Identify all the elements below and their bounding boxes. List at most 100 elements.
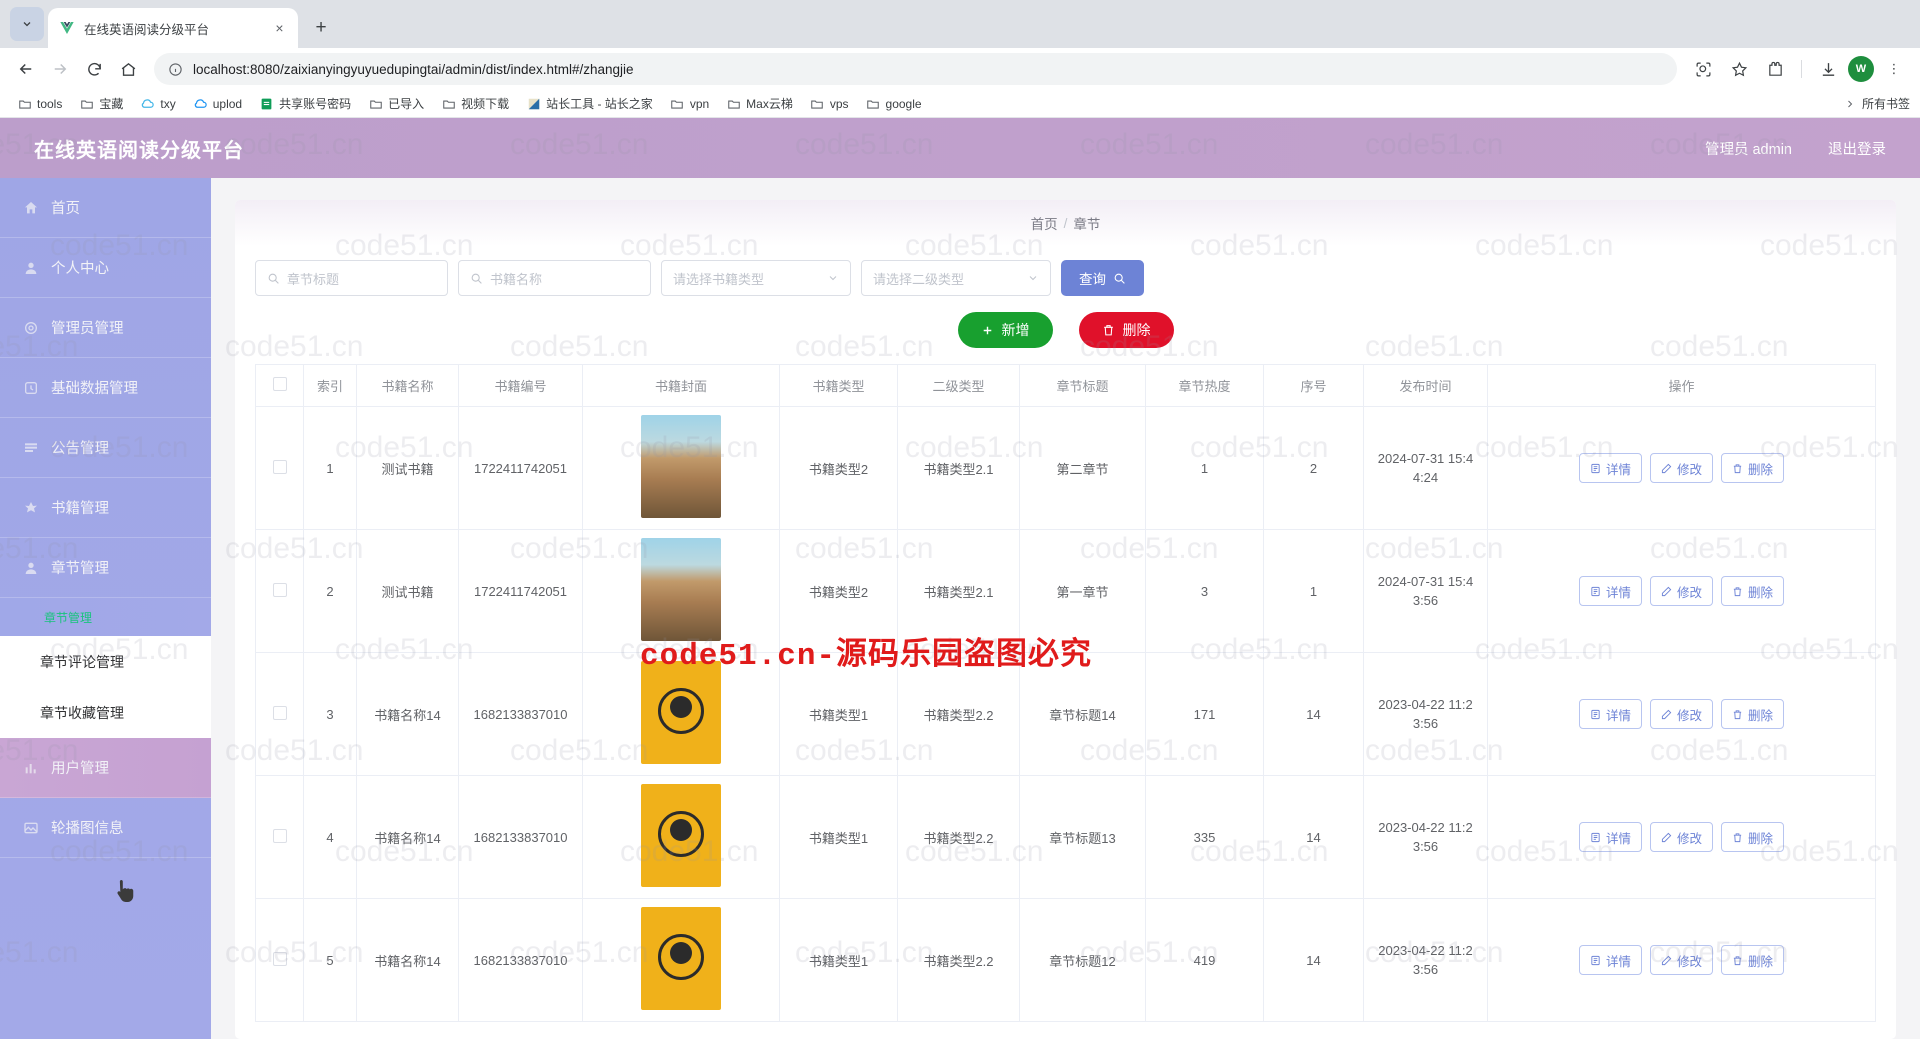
sidebar-item-label: 用户管理 [51, 761, 109, 777]
book-cover-image[interactable] [641, 538, 721, 641]
col-publish-time: 发布时间 [1363, 364, 1488, 407]
sub-type-select[interactable]: 请选择二级类型 [861, 260, 1051, 296]
edit-button[interactable]: 修改 [1649, 453, 1713, 483]
row-select-cell[interactable] [255, 775, 304, 899]
detail-button[interactable]: 详情 [1578, 945, 1642, 975]
sidebar-item-home[interactable]: 首页 [0, 178, 211, 238]
sidebar-subitem-chapter-favorite[interactable]: 章节收藏管理 [0, 687, 211, 738]
detail-button[interactable]: 详情 [1578, 699, 1642, 729]
detail-button[interactable]: 详情 [1578, 822, 1642, 852]
app-header: 在线英语阅读分级平台 管理员 admin 退出登录 [0, 118, 1920, 178]
query-button[interactable]: 查询 [1061, 260, 1144, 296]
sidebar-item-carousel[interactable]: 轮播图信息 [0, 798, 211, 858]
book-cover-image[interactable] [641, 907, 721, 1010]
book-name-input[interactable]: 书籍名称 [458, 260, 651, 296]
book-cover-image[interactable] [641, 784, 721, 887]
row-delete-button[interactable]: 删除 [1721, 699, 1785, 729]
book-cover-image[interactable] [641, 661, 721, 764]
bookmark-item[interactable]: 宝藏 [72, 92, 130, 115]
row-checkbox[interactable] [272, 828, 287, 843]
edit-button[interactable]: 修改 [1649, 699, 1713, 729]
lens-icon[interactable] [1687, 53, 1719, 85]
trash-icon [1102, 323, 1115, 337]
detail-button[interactable]: 详情 [1578, 576, 1642, 606]
sidebar-item-basedata[interactable]: 基础数据管理 [0, 358, 211, 418]
star-icon[interactable] [1723, 53, 1755, 85]
detail-button[interactable]: 详情 [1578, 453, 1642, 483]
home-icon[interactable] [112, 53, 144, 85]
row-select-cell[interactable] [255, 406, 304, 530]
download-icon[interactable] [1812, 53, 1844, 85]
row-checkbox[interactable] [272, 582, 287, 597]
row-delete-button[interactable]: 删除 [1721, 945, 1785, 975]
detail-icon [1590, 709, 1601, 720]
row-checkbox[interactable] [272, 459, 287, 474]
sidebar-item-profile[interactable]: 个人中心 [0, 238, 211, 298]
sidebar-item-notice[interactable]: 公告管理 [0, 418, 211, 478]
sidebar-item-label: 章节管理 [51, 561, 109, 577]
edit-button[interactable]: 修改 [1649, 576, 1713, 606]
bookmark-item[interactable]: 已导入 [361, 92, 431, 115]
cell-book-cover[interactable] [582, 406, 780, 530]
table-row[interactable]: 1 测试书籍 1722411742051 书籍类型2 书籍类型2.1 第二章节 … [255, 406, 1876, 530]
sidebar-subitem-chapter-comment[interactable]: 章节评论管理 [0, 636, 211, 687]
book-type-select[interactable]: 请选择书籍类型 [661, 260, 851, 296]
detail-label: 详情 [1605, 585, 1631, 600]
row-select-cell[interactable] [255, 652, 304, 776]
row-select-cell[interactable] [255, 529, 304, 653]
all-bookmarks-button[interactable]: 所有书签 [1844, 95, 1910, 112]
new-tab-button[interactable]: + [306, 13, 336, 43]
chapter-title-input[interactable]: 章节标题 [255, 260, 448, 296]
sidebar-item-chapter[interactable]: 章节管理 [0, 538, 211, 598]
close-icon[interactable]: × [271, 20, 288, 37]
trash-icon [1732, 586, 1743, 597]
table-row[interactable]: 5 书籍名称14 1682133837010 书籍类型1 书籍类型2.2 章节标… [255, 898, 1876, 1022]
tab-search-chevron-icon[interactable] [10, 7, 44, 41]
content-panel: 首页 / 章节 章节标题 书籍名称 请选择书籍类型 请选择二级类型 查询 新增 … [235, 200, 1896, 1039]
back-icon[interactable] [10, 53, 42, 85]
bookmark-item[interactable]: vps [803, 93, 856, 114]
batch-delete-button[interactable]: 删除 [1078, 312, 1174, 348]
cell-seq: 14 [1263, 775, 1364, 899]
kebab-menu-icon[interactable]: ⋮ [1878, 53, 1910, 85]
logout-button[interactable]: 退出登录 [1828, 138, 1886, 159]
forward-icon[interactable] [44, 53, 76, 85]
cell-book-cover[interactable] [582, 775, 780, 899]
row-delete-button[interactable]: 删除 [1721, 822, 1785, 852]
sidebar-subitem-chapter-manage[interactable]: 章节管理 [0, 598, 211, 636]
row-select-cell[interactable] [255, 898, 304, 1022]
sidebar-item-book[interactable]: 书籍管理 [0, 478, 211, 538]
add-button[interactable]: 新增 [957, 312, 1053, 348]
select-all-checkbox[interactable] [272, 377, 287, 391]
breadcrumb-root[interactable]: 首页 [1031, 213, 1058, 233]
bookmark-item[interactable]: 共享账号密码 [252, 92, 358, 115]
bookmark-item[interactable]: Max云梯 [719, 92, 800, 115]
bookmark-item[interactable]: 视频下载 [434, 92, 516, 115]
sidebar-item-user-manage[interactable]: 用户管理 [0, 738, 211, 798]
bookmark-item[interactable]: uplod [186, 93, 249, 114]
bookmark-item[interactable]: txy [133, 93, 182, 114]
bookmark-item[interactable]: 站长工具 - 站长之家 [519, 92, 660, 115]
table-row[interactable]: 4 书籍名称14 1682133837010 书籍类型1 书籍类型2.2 章节标… [255, 775, 1876, 899]
reload-icon[interactable] [78, 53, 110, 85]
sidebar-item-admin[interactable]: 管理员管理 [0, 298, 211, 358]
address-bar[interactable]: localhost:8080/zaixianyingyuyuedupingtai… [154, 53, 1677, 85]
cell-index: 1 [303, 406, 357, 530]
cell-book-cover[interactable] [582, 898, 780, 1022]
select-all-header[interactable] [255, 364, 304, 407]
bookmark-item[interactable]: tools [10, 93, 69, 114]
application-viewport: 在线英语阅读分级平台 管理员 admin 退出登录 首页 个人中心 管理员管理 … [0, 118, 1920, 1039]
browser-tab[interactable]: 在线英语阅读分级平台 × [48, 8, 298, 48]
book-cover-image[interactable] [641, 415, 721, 518]
edit-button[interactable]: 修改 [1649, 822, 1713, 852]
avatar[interactable]: W [1848, 56, 1874, 82]
row-delete-button[interactable]: 删除 [1721, 576, 1785, 606]
cell-operations: 详情 修改 删除 [1487, 529, 1876, 653]
bookmark-item[interactable]: vpn [663, 93, 716, 114]
row-checkbox[interactable] [272, 705, 287, 720]
row-checkbox[interactable] [272, 951, 287, 966]
edit-button[interactable]: 修改 [1649, 945, 1713, 975]
row-delete-button[interactable]: 删除 [1721, 453, 1785, 483]
extensions-icon[interactable] [1759, 53, 1791, 85]
bookmark-item[interactable]: google [859, 93, 929, 114]
